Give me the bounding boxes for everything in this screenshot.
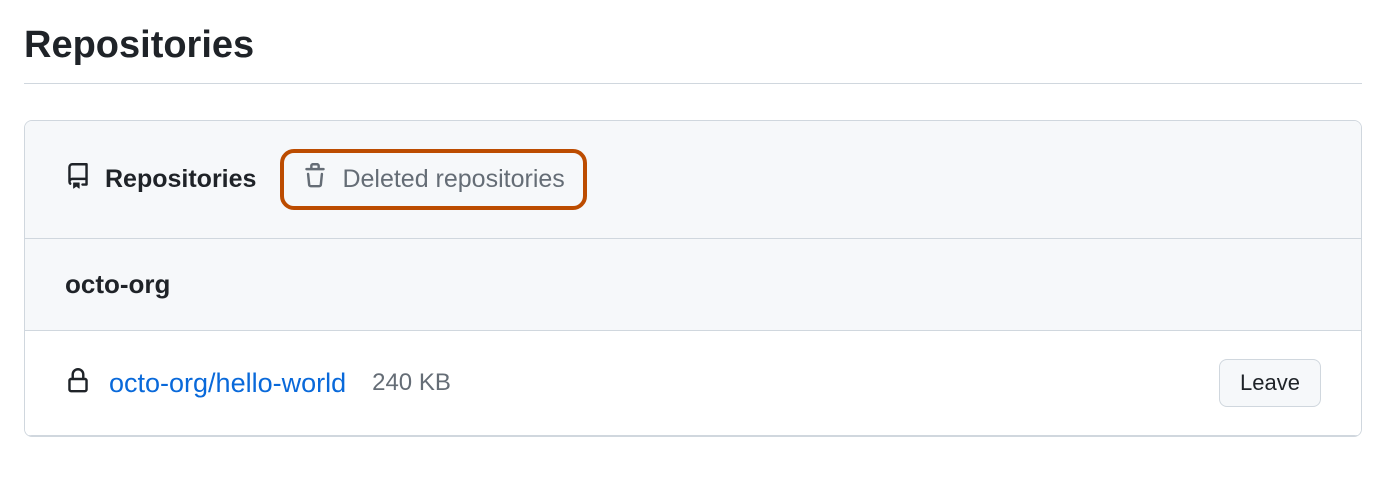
tab-deleted-repositories-label: Deleted repositories (342, 165, 564, 194)
tabs-header: Repositories Deleted repositories (25, 121, 1361, 239)
divider (24, 83, 1362, 84)
highlight-deleted-tab: Deleted repositories (280, 149, 586, 210)
tab-deleted-repositories[interactable]: Deleted repositories (302, 163, 564, 196)
tab-repositories[interactable]: Repositories (65, 163, 256, 196)
repo-row: octo-org/hello-world 240 KB Leave (25, 331, 1361, 436)
repo-size: 240 KB (372, 369, 451, 397)
trash-icon (302, 163, 328, 196)
org-header: octo-org (25, 239, 1361, 331)
repo-left: octo-org/hello-world 240 KB (65, 368, 451, 399)
lock-icon (65, 368, 91, 399)
tab-repositories-label: Repositories (105, 165, 256, 194)
page-title: Repositories (24, 24, 1362, 67)
leave-button[interactable]: Leave (1219, 359, 1321, 407)
repositories-panel: Repositories Deleted repositories octo-o… (24, 120, 1362, 437)
repo-link[interactable]: octo-org/hello-world (109, 368, 346, 399)
repo-icon (65, 163, 91, 196)
